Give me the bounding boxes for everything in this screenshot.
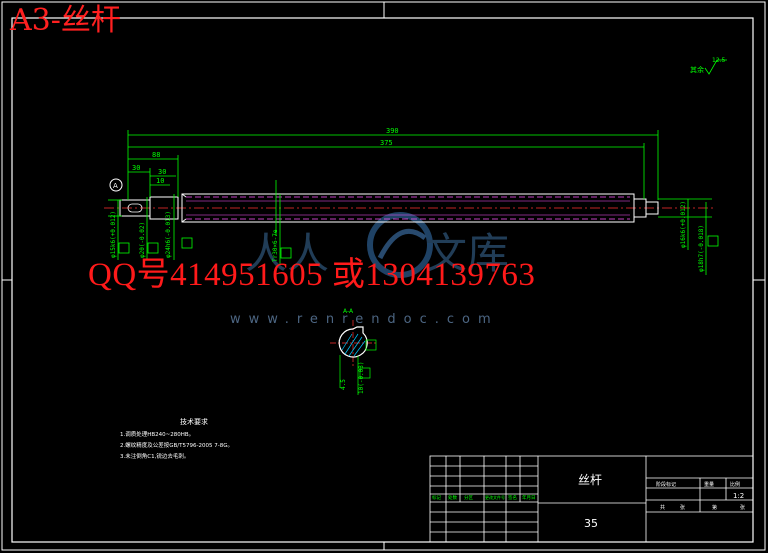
- dimension-lines: [108, 130, 712, 275]
- notes-line-2: 2.螺纹精度及公差按GB/T5796-2005 7-8G。: [120, 441, 233, 449]
- svg-text:φ18h7(-0.018): φ18h7(-0.018): [698, 225, 705, 272]
- surface-roughness-mark: 12.5 其余: [690, 57, 727, 75]
- svg-text:分区: 分区: [464, 494, 473, 501]
- dim-second: 375: [380, 139, 393, 147]
- notes-heading: 技术要求: [180, 417, 208, 426]
- svg-text:共: 共: [660, 504, 665, 511]
- tolerance-flags: [118, 235, 719, 259]
- title-block-texts: 丝杆 35 1:2 标记 处数 分区 更改文件号 签名 年月日 阶段标记 重量 …: [432, 473, 745, 530]
- watermark-contact: QQ号414951605 或1304139763: [88, 257, 536, 293]
- material: 35: [584, 517, 598, 530]
- svg-text:φ24h6(-0.013): φ24h6(-0.013): [165, 211, 172, 258]
- notes-line-3: 3.未注倒角C1,锐边去毛刺。: [120, 452, 189, 460]
- svg-text:φ16k6(+0.012): φ16k6(+0.012): [680, 201, 687, 248]
- svg-text:φ20(-0.02): φ20(-0.02): [139, 222, 146, 258]
- technical-notes: 技术要求 1.调质处理HB240~280HB。 2.螺纹精度及公差按GB/T57…: [120, 417, 233, 460]
- svg-text:阶段标记: 阶段标记: [656, 481, 676, 488]
- svg-text:A: A: [113, 182, 118, 190]
- svg-text:重量: 重量: [704, 481, 714, 488]
- notes-line-1: 1.调质处理HB240~280HB。: [120, 430, 194, 438]
- svg-text:签名: 签名: [508, 494, 517, 501]
- dim-b: 30: [132, 164, 140, 172]
- svg-text:10(-0.03): 10(-0.03): [358, 361, 365, 394]
- svg-text:φ15k6(+0.012): φ15k6(+0.012): [110, 211, 117, 258]
- svg-text:4.5: 4.5: [340, 379, 347, 390]
- watermark-url: www.renrendoc.com: [230, 312, 499, 327]
- dim-d: 10: [156, 177, 164, 185]
- svg-text:张: 张: [740, 504, 745, 511]
- svg-text:处数: 处数: [448, 494, 457, 501]
- drawing-title: A3-丝杆: [10, 3, 121, 38]
- shaft-main-view: [104, 180, 715, 236]
- dim-a: 88: [152, 151, 160, 159]
- part-name: 丝杆: [578, 473, 602, 487]
- svg-text:更改文件号: 更改文件号: [485, 494, 505, 500]
- dim-c: 30: [158, 168, 166, 176]
- view-marker: A: [109, 178, 123, 192]
- svg-text:标记: 标记: [432, 494, 441, 501]
- scale: 1:2: [733, 492, 744, 500]
- svg-text:张: 张: [680, 504, 685, 511]
- svg-text:第: 第: [712, 504, 717, 511]
- svg-text:其余: 其余: [690, 65, 704, 74]
- svg-text:年月日: 年月日: [522, 494, 536, 501]
- svg-text:12.5: 12.5: [712, 57, 726, 64]
- dim-overall: 390: [386, 127, 399, 135]
- svg-text:比例: 比例: [730, 481, 740, 488]
